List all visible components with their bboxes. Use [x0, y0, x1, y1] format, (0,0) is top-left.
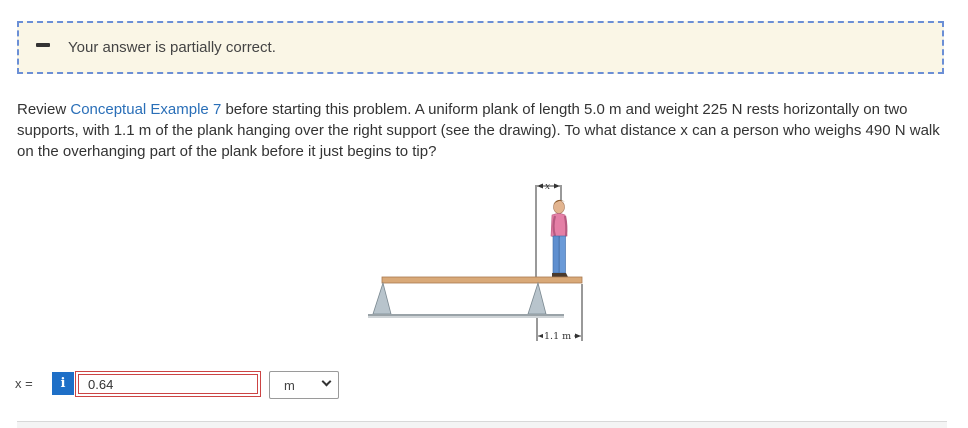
answer-row: x = i 0.64 m [15, 369, 355, 399]
problem-intro: Review [17, 101, 71, 118]
person-figure [550, 199, 568, 277]
unit-select[interactable]: m [269, 371, 339, 399]
feedback-message: Your answer is partially correct. [68, 39, 276, 56]
chevron-down-icon [321, 376, 332, 387]
partial-dash-icon [36, 43, 50, 47]
unit-select-value: m [284, 378, 295, 393]
left-support [372, 281, 392, 315]
answer-input[interactable]: 0.64 [75, 371, 261, 397]
answer-variable-label: x = [15, 376, 33, 391]
conceptual-example-link[interactable]: Conceptual Example 7 [70, 101, 221, 118]
right-support [527, 281, 547, 315]
x-arrow-left [537, 183, 543, 189]
plank-diagram: x 1.1 m [368, 182, 583, 342]
overhang-arrow-right [575, 333, 581, 339]
problem-statement: Review Conceptual Example 7 before start… [17, 99, 947, 162]
x-label: x [545, 182, 550, 192]
plank [381, 276, 583, 284]
plank-figure: x 1.1 m [360, 178, 600, 348]
x-arrow-right [554, 183, 560, 189]
info-button[interactable]: i [52, 372, 74, 395]
overhang-label: 1.1 m [544, 331, 571, 342]
